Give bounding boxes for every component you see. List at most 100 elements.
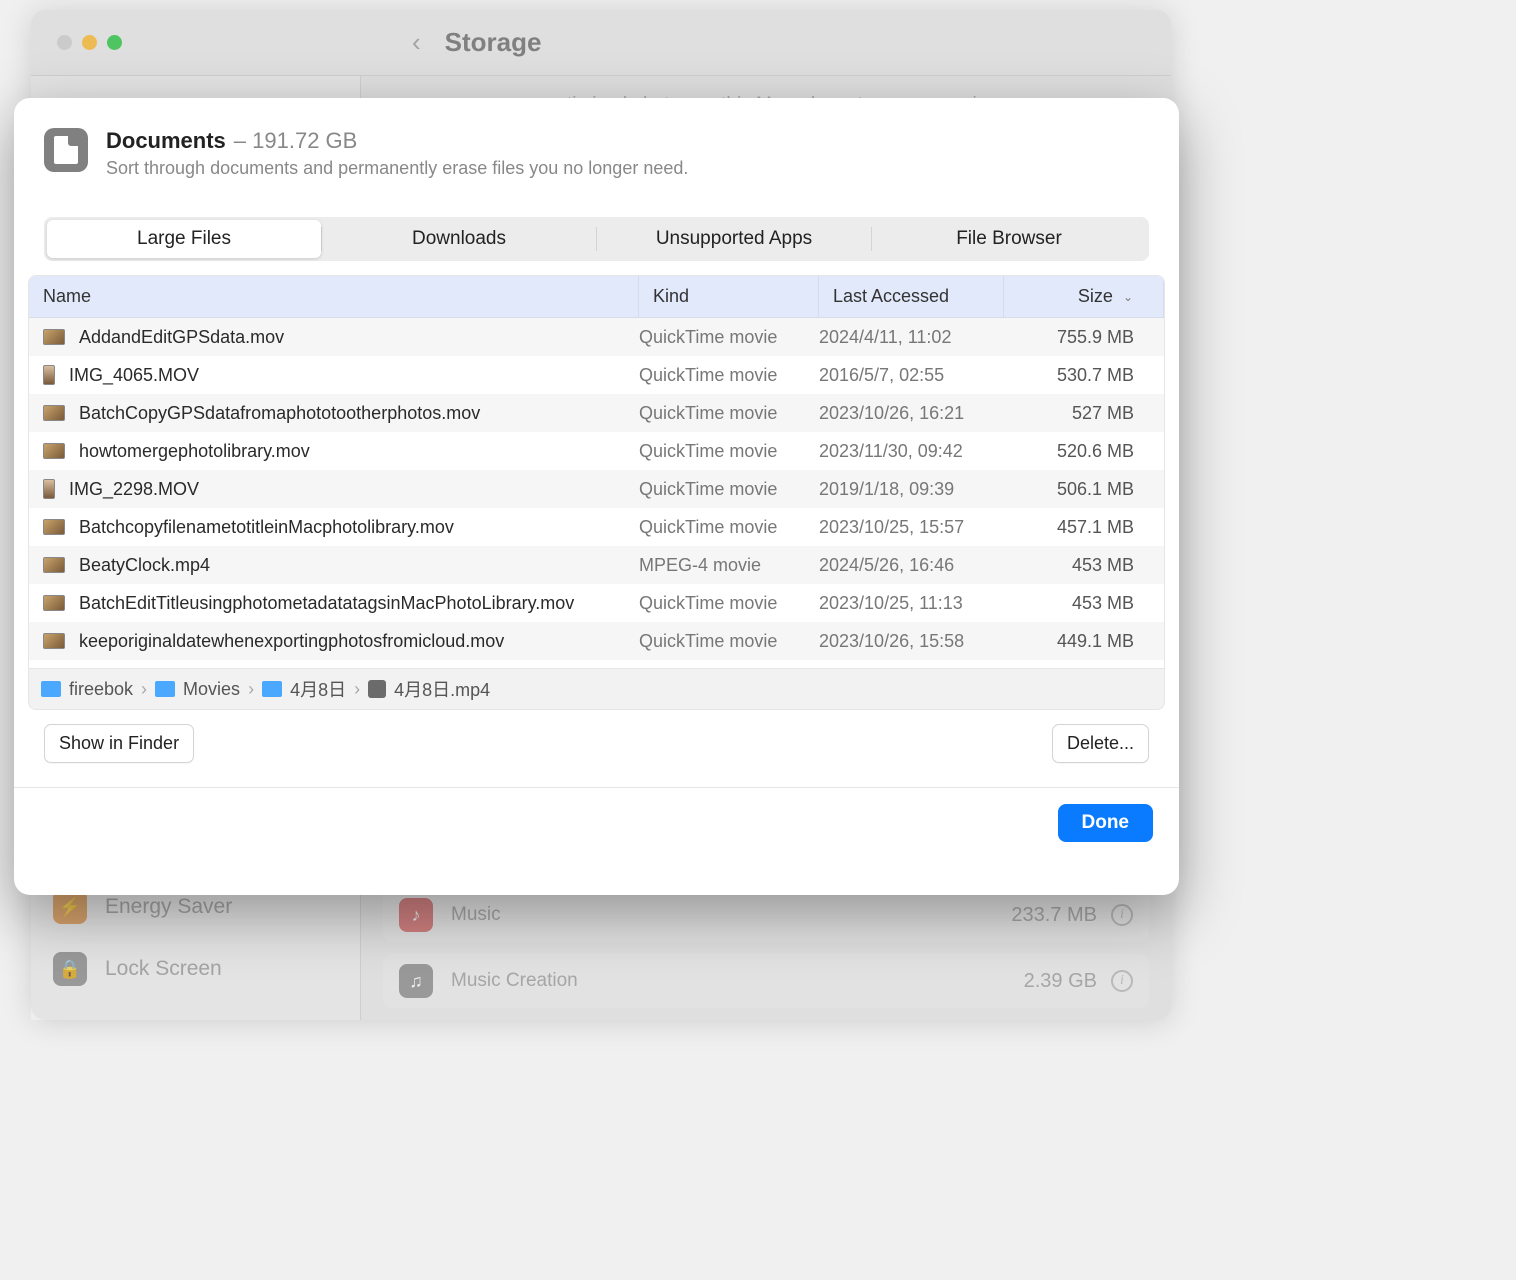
- file-size: 449.1 MB: [1004, 631, 1164, 652]
- file-kind: QuickTime movie: [639, 365, 819, 386]
- back-chevron-icon[interactable]: ‹: [412, 27, 421, 58]
- info-icon[interactable]: i: [1111, 904, 1133, 926]
- file-size: 457.1 MB: [1004, 517, 1164, 538]
- tab-file-browser[interactable]: File Browser: [872, 220, 1146, 258]
- table-row[interactable]: IMG_4065.MOV QuickTime movie2016/5/7, 02:…: [29, 356, 1164, 394]
- folder-icon[interactable]: [155, 681, 175, 697]
- file-kind: QuickTime movie: [639, 517, 819, 538]
- file-thumb-icon: [43, 365, 55, 385]
- tab-unsupported-apps[interactable]: Unsupported Apps: [597, 220, 871, 258]
- file-name: BeatyClock.mp4: [79, 555, 210, 576]
- lock-icon: 🔒: [53, 952, 87, 986]
- documents-icon: [44, 128, 88, 172]
- sheet-title: Documents: [106, 128, 226, 154]
- path-seg[interactable]: fireebok: [69, 679, 133, 700]
- storage-row-music[interactable]: ♪ Music 233.7 MB i: [383, 888, 1149, 942]
- file-last-accessed: 2023/10/26, 16:21: [819, 403, 1004, 424]
- chevron-right-icon: ›: [354, 679, 360, 700]
- file-size: 506.1 MB: [1004, 479, 1164, 500]
- file-name: IMG_4065.MOV: [69, 365, 199, 386]
- file-thumb-icon: [43, 557, 65, 573]
- info-icon[interactable]: i: [1111, 970, 1133, 992]
- home-folder-icon[interactable]: [41, 681, 61, 697]
- file-name: BatchEditTitleusingphotometadatatagsinMa…: [79, 593, 574, 614]
- sidebar-label: Lock Screen: [105, 957, 222, 981]
- file-size: 453 MB: [1004, 555, 1164, 576]
- file-kind: QuickTime movie: [639, 593, 819, 614]
- col-last-accessed[interactable]: Last Accessed: [819, 276, 1004, 317]
- file-last-accessed: 2023/10/25, 15:57: [819, 517, 1004, 538]
- sidebar-label: Energy Saver: [105, 895, 232, 919]
- file-last-accessed: 2023/11/30, 09:42: [819, 441, 1004, 462]
- table-row[interactable]: IMG_2298.MOV QuickTime movie2019/1/18, 09…: [29, 470, 1164, 508]
- segmented-control: Large Files Downloads Unsupported Apps F…: [44, 217, 1149, 261]
- sidebar-item-lock-screen[interactable]: 🔒 Lock Screen: [31, 938, 360, 1000]
- documents-sheet: Documents – 191.72 GB Sort through docum…: [14, 98, 1179, 895]
- sheet-subtitle: Sort through documents and permanently e…: [106, 158, 688, 179]
- path-seg[interactable]: 4月8日: [290, 676, 346, 702]
- file-kind: QuickTime movie: [639, 479, 819, 500]
- sheet-total-size: – 191.72 GB: [234, 128, 358, 154]
- file-last-accessed: 2023/10/25, 11:13: [819, 593, 1004, 614]
- file-name: howtomergephotolibrary.mov: [79, 441, 310, 462]
- file-last-accessed: 2016/5/7, 02:55: [819, 365, 1004, 386]
- page-title: Storage: [445, 27, 542, 58]
- file-size: 520.6 MB: [1004, 441, 1164, 462]
- row-size: 2.39 GB: [1024, 970, 1097, 993]
- show-in-finder-button[interactable]: Show in Finder: [44, 724, 194, 763]
- path-bar: fireebok › Movies › 4月8日 › 4月8日.mp4: [28, 669, 1165, 710]
- table-row[interactable]: keeporiginaldatewhenexportingphotosfromi…: [29, 622, 1164, 660]
- table-row[interactable]: BeatyClock.mp4 MPEG-4 movie2024/5/26, 16:…: [29, 546, 1164, 584]
- file-last-accessed: 2024/5/26, 16:46: [819, 555, 1004, 576]
- done-button[interactable]: Done: [1058, 804, 1154, 842]
- file-thumb-icon: [43, 479, 55, 499]
- row-label: Music Creation: [451, 970, 578, 992]
- zoom-dot[interactable]: [107, 35, 122, 50]
- table-row[interactable]: changephotocameraandlensinfo.movQuickTim…: [29, 660, 1164, 668]
- folder-icon[interactable]: [262, 681, 282, 697]
- file-size: 755.9 MB: [1004, 327, 1164, 348]
- file-kind: QuickTime movie: [639, 441, 819, 462]
- file-name: BatchcopyfilenametotitleinMacphotolibrar…: [79, 517, 454, 538]
- table-row[interactable]: BatchCopyGPSdatafromaphototootherphotos.…: [29, 394, 1164, 432]
- file-last-accessed: 2019/1/18, 09:39: [819, 479, 1004, 500]
- row-label: Music: [451, 904, 501, 926]
- col-kind[interactable]: Kind: [639, 276, 819, 317]
- mp4-file-icon[interactable]: [368, 680, 386, 698]
- file-kind: QuickTime movie: [639, 631, 819, 652]
- path-seg[interactable]: 4月8日.mp4: [394, 676, 490, 702]
- table-row[interactable]: BatchcopyfilenametotitleinMacphotolibrar…: [29, 508, 1164, 546]
- file-thumb-icon: [43, 633, 65, 649]
- close-dot[interactable]: [57, 35, 72, 50]
- col-size[interactable]: Size ⌄: [1004, 276, 1164, 317]
- storage-row-music-creation[interactable]: ♫ Music Creation 2.39 GB i: [383, 954, 1149, 1008]
- music-creation-icon: ♫: [399, 964, 433, 998]
- bolt-icon: ⚡: [53, 890, 87, 924]
- minimize-dot[interactable]: [82, 35, 97, 50]
- file-thumb-icon: [43, 595, 65, 611]
- files-table: Name Kind Last Accessed Size ⌄ AddandEdi…: [28, 275, 1165, 669]
- file-thumb-icon: [43, 329, 65, 345]
- table-row[interactable]: howtomergephotolibrary.mov QuickTime movi…: [29, 432, 1164, 470]
- tab-downloads[interactable]: Downloads: [322, 220, 596, 258]
- file-name: AddandEditGPSdata.mov: [79, 327, 284, 348]
- col-name[interactable]: Name: [29, 276, 639, 317]
- row-size: 233.7 MB: [1011, 904, 1097, 927]
- chevron-down-icon: ⌄: [1123, 290, 1133, 304]
- table-header: Name Kind Last Accessed Size ⌄: [29, 276, 1164, 318]
- tab-large-files[interactable]: Large Files: [47, 220, 321, 258]
- music-icon: ♪: [399, 898, 433, 932]
- file-name: IMG_2298.MOV: [69, 479, 199, 500]
- file-kind: MPEG-4 movie: [639, 555, 819, 576]
- file-kind: QuickTime movie: [639, 327, 819, 348]
- delete-button[interactable]: Delete...: [1052, 724, 1149, 763]
- table-row[interactable]: AddandEditGPSdata.mov QuickTime movie2024…: [29, 318, 1164, 356]
- file-kind: QuickTime movie: [639, 403, 819, 424]
- file-size: 530.7 MB: [1004, 365, 1164, 386]
- file-last-accessed: 2024/4/11, 11:02: [819, 327, 1004, 348]
- file-size: 527 MB: [1004, 403, 1164, 424]
- path-seg[interactable]: Movies: [183, 679, 240, 700]
- file-name: BatchCopyGPSdatafromaphototootherphotos.…: [79, 403, 480, 424]
- file-thumb-icon: [43, 519, 65, 535]
- table-row[interactable]: BatchEditTitleusingphotometadatatagsinMa…: [29, 584, 1164, 622]
